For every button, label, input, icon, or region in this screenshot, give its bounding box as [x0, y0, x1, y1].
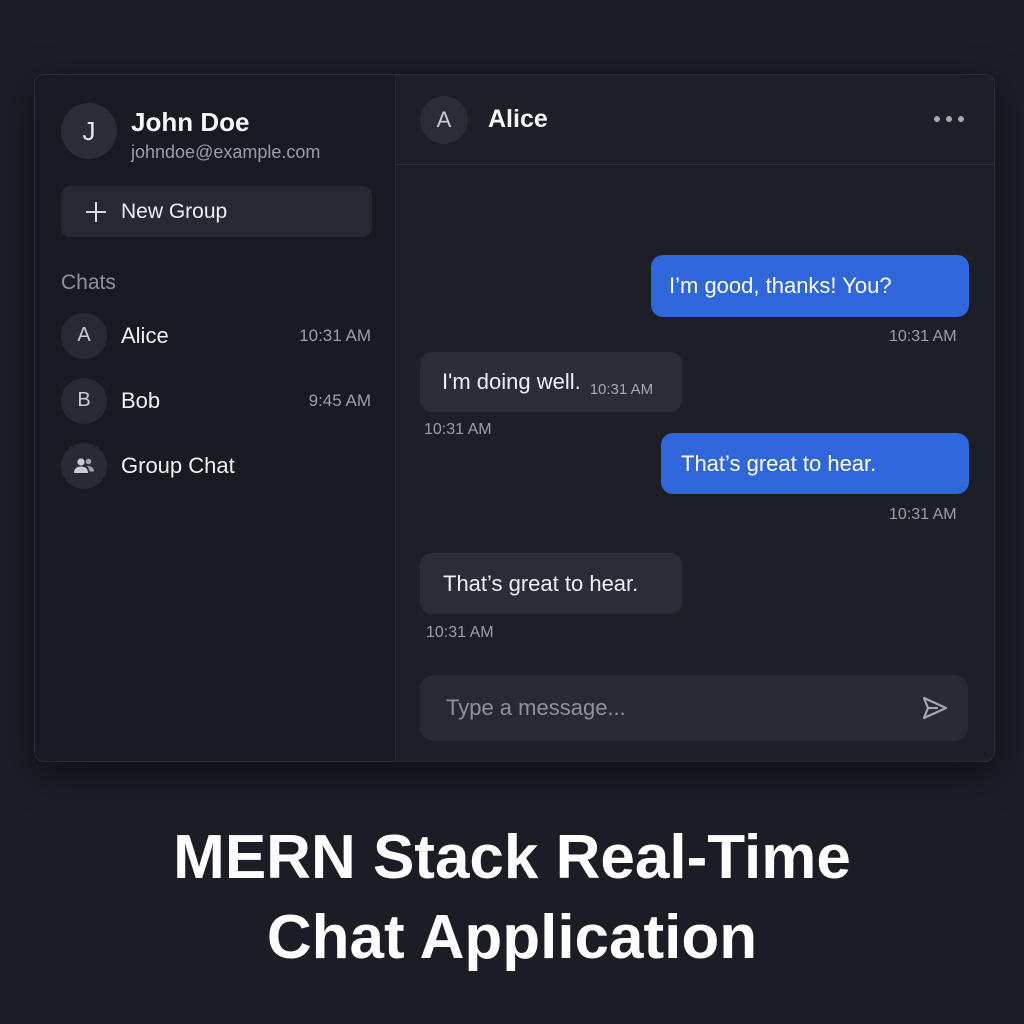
chat-item-group-chat[interactable]: Group Chat: [61, 442, 371, 489]
message-timestamp: 10:31 AM: [889, 506, 957, 523]
page-caption: MERN Stack Real-Time Chat Application: [0, 818, 1024, 978]
chat-time: 9:45 AM: [308, 390, 371, 410]
message-text: I'm doing well.: [442, 369, 581, 394]
chat-name: Bob: [121, 387, 161, 413]
chat-name: Group Chat: [121, 452, 235, 478]
sidebar: J John Doe johndoe@example.com New Group…: [35, 75, 396, 761]
more-options-icon[interactable]: [934, 113, 964, 125]
message-text: That’s great to hear.: [443, 570, 639, 596]
conversation-header: A Alice: [396, 75, 994, 165]
message-inline-timestamp: 10:31 AM: [589, 380, 654, 398]
message-bubble-outgoing: That’s great to hear.: [661, 433, 969, 494]
message-text: I’m good, thanks! You?: [669, 273, 892, 298]
chat-avatar: B: [61, 377, 107, 424]
conversation-panel: A Alice I’m good, thanks! You? 10:31 AM …: [396, 75, 994, 761]
chat-item-bob[interactable]: B Bob 9:45 AM: [61, 377, 371, 424]
new-group-button[interactable]: New Group: [61, 186, 372, 237]
message-bubble-incoming: I'm doing well. 10:31 AM: [420, 352, 682, 412]
profile-text: John Doe johndoe@example.com: [131, 105, 320, 163]
chats-heading: Chats: [61, 271, 116, 294]
chat-list: A Alice 10:31 AM B Bob 9:45 AM Group Cha…: [61, 312, 371, 507]
message-timestamp: 10:31 AM: [424, 421, 492, 438]
message-text: That’s great to hear.: [681, 450, 877, 476]
message-timestamp: 10:31 AM: [426, 624, 494, 641]
chat-window: J John Doe johndoe@example.com New Group…: [34, 74, 995, 762]
caption-line-1: MERN Stack Real-Time: [173, 823, 851, 892]
user-avatar[interactable]: J: [61, 103, 117, 159]
user-email: johndoe@example.com: [131, 142, 321, 162]
chat-avatar: A: [61, 312, 107, 359]
page: J John Doe johndoe@example.com New Group…: [0, 0, 1024, 1024]
chat-time: 10:31 AM: [299, 325, 371, 345]
message-composer: [420, 675, 968, 741]
user-profile: J John Doe johndoe@example.com: [61, 103, 320, 163]
group-icon: [61, 442, 107, 489]
new-group-label: New Group: [121, 199, 228, 223]
message-bubble-incoming: That’s great to hear.: [420, 553, 682, 614]
plus-icon: [85, 201, 107, 223]
message-bubble-outgoing: I’m good, thanks! You?: [651, 255, 969, 317]
caption-line-2: Chat Application: [266, 903, 758, 972]
message-timestamp: 10:31 AM: [889, 328, 957, 345]
contact-name: Alice: [488, 105, 548, 133]
chat-item-alice[interactable]: A Alice 10:31 AM: [61, 312, 371, 359]
user-name: John Doe: [131, 107, 250, 137]
contact-avatar[interactable]: A: [420, 95, 468, 144]
chat-name: Alice: [121, 322, 169, 348]
send-icon[interactable]: [912, 685, 958, 731]
message-input[interactable]: [446, 695, 912, 721]
